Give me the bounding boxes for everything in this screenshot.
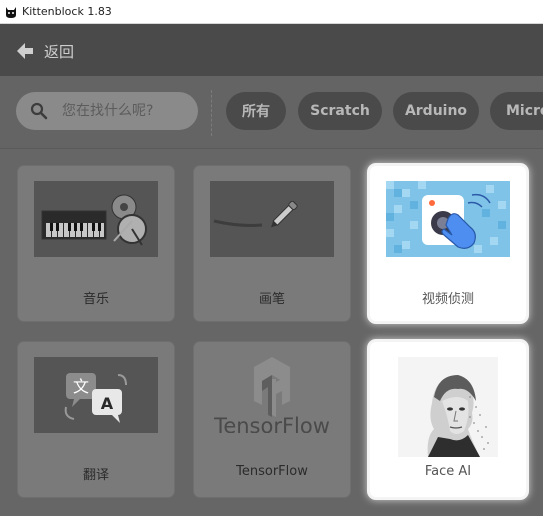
extension-card-video-sensing[interactable]: 视频侦测 — [370, 166, 526, 321]
search-input[interactable] — [62, 101, 190, 121]
cat-icon — [6, 7, 16, 18]
translate-thumb-text-2: A — [101, 394, 114, 413]
filter-chip-scratch[interactable]: Scratch — [298, 92, 382, 130]
tensorflow-logo-icon: TensorFlow — [210, 357, 334, 433]
translate-icon: 文 A — [34, 357, 158, 433]
window-titlebar: Kittenblock 1.83 — [0, 0, 543, 24]
extension-label: 翻译 — [82, 468, 109, 483]
filter-chip-micro[interactable]: Micro — [490, 92, 543, 130]
face-ai-icon — [398, 357, 498, 457]
extension-label: 画笔 — [258, 292, 285, 307]
filter-divider — [211, 90, 212, 136]
window-title: Kittenblock 1.83 — [22, 5, 112, 18]
extension-card-translate[interactable]: 文 A 翻译 — [18, 342, 174, 497]
filter-bar: 所有 Scratch Arduino Micro — [0, 76, 543, 149]
search-icon — [30, 102, 48, 120]
left-arrow-icon — [17, 43, 33, 59]
pen-icon — [210, 181, 334, 257]
extension-label: 视频侦测 — [421, 292, 474, 307]
filter-chip-arduino[interactable]: Arduino — [393, 92, 479, 130]
extension-grid: 音乐 画笔 视频侦测 文 A 翻译 TensorFlow TensorFlow … — [0, 149, 543, 516]
back-button[interactable]: 返回 — [14, 39, 74, 63]
extension-card-music[interactable]: 音乐 — [18, 166, 174, 321]
search-box[interactable] — [16, 92, 198, 130]
tensorflow-logo-text: TensorFlow — [213, 414, 330, 433]
filter-chip-all[interactable]: 所有 — [226, 92, 286, 130]
extension-card-pen[interactable]: 画笔 — [194, 166, 350, 321]
translate-thumb-text-1: 文 — [73, 377, 89, 396]
extension-card-tensorflow[interactable]: TensorFlow TensorFlow — [194, 342, 350, 497]
extension-label: TensorFlow — [236, 464, 308, 479]
music-instruments-icon — [34, 181, 158, 257]
extension-label: Face AI — [424, 464, 472, 479]
extension-label: 音乐 — [82, 292, 109, 307]
back-label: 返回 — [44, 42, 75, 61]
video-sensing-icon — [386, 181, 510, 257]
extension-library-header: 返回 — [0, 24, 543, 76]
extension-card-face-ai[interactable]: Face AI — [370, 342, 526, 497]
